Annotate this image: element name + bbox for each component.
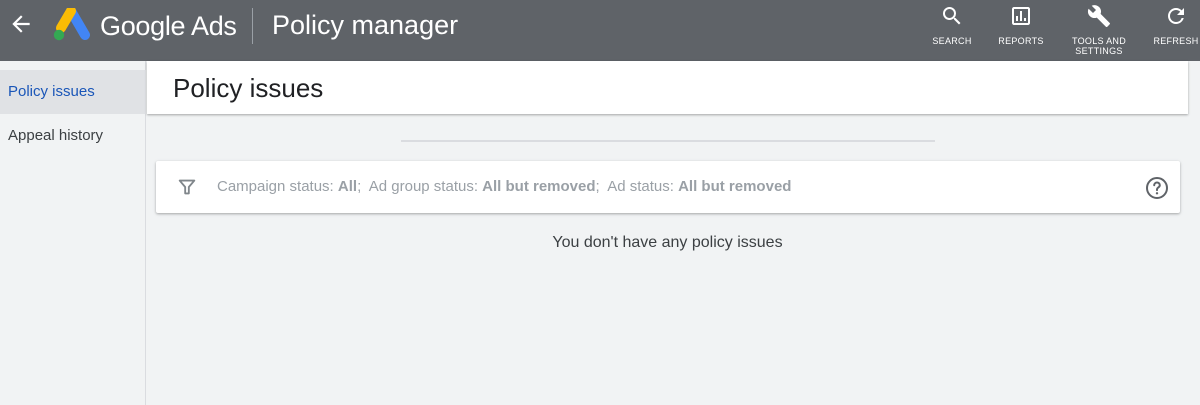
brand-ads: Ads <box>190 11 237 41</box>
sidebar-item-appeal-history[interactable]: Appeal history <box>0 114 146 158</box>
filter-separator: ; <box>595 178 600 195</box>
tools-label: TOOLS AND SETTINGS <box>1066 36 1132 56</box>
campaign-status-value: All <box>337 178 358 195</box>
brand-google: Google <box>100 11 186 41</box>
refresh-label: REFRESH <box>1153 36 1199 46</box>
ad-status-label: Ad status: <box>607 178 674 195</box>
tools-label-line2: SETTINGS <box>1075 46 1123 56</box>
search-label: SEARCH <box>932 36 972 46</box>
wrench-icon <box>1087 5 1110 27</box>
back-arrow-icon[interactable] <box>8 11 34 37</box>
campaign-status-label: Campaign status: <box>217 178 334 195</box>
loading-divider <box>401 140 935 142</box>
tools-label-line1: TOOLS AND <box>1071 36 1127 46</box>
top-app-bar: Google Ads Policy manager SEARCH REPORTS… <box>0 0 1200 61</box>
reports-button[interactable]: REPORTS <box>997 4 1045 46</box>
filter-separator: ; <box>357 178 362 195</box>
search-icon <box>943 7 961 25</box>
tools-and-settings-button[interactable]: TOOLS AND SETTINGS <box>1066 4 1132 56</box>
page-title: Policy issues <box>173 73 324 103</box>
help-icon[interactable] <box>1145 176 1169 200</box>
refresh-button[interactable]: REFRESH <box>1153 4 1199 46</box>
sidebar-nav: Policy issues Appeal history <box>0 61 146 405</box>
header-divider <box>252 8 253 44</box>
refresh-icon <box>1168 7 1184 24</box>
sidebar-item-policy-issues[interactable]: Policy issues <box>0 70 146 114</box>
page-header-card: Policy issues <box>147 61 1188 114</box>
filter-summary[interactable]: Campaign status: All; Ad group status: A… <box>217 161 791 213</box>
search-button[interactable]: SEARCH <box>930 4 974 46</box>
reports-icon <box>1012 7 1030 25</box>
filter-icon[interactable] <box>176 176 198 198</box>
ad-group-status-label: Ad group status: <box>368 178 478 195</box>
filter-bar[interactable]: Campaign status: All; Ad group status: A… <box>156 161 1180 213</box>
ad-status-value: All but removed <box>678 178 792 195</box>
google-ads-logo-icon[interactable] <box>52 8 90 42</box>
ad-group-status-value: All but removed <box>482 178 596 195</box>
empty-state-message: You don't have any policy issues <box>552 234 783 251</box>
reports-label: REPORTS <box>998 36 1044 46</box>
page-name: Policy manager <box>272 10 459 40</box>
product-name: Google Ads <box>100 9 237 43</box>
